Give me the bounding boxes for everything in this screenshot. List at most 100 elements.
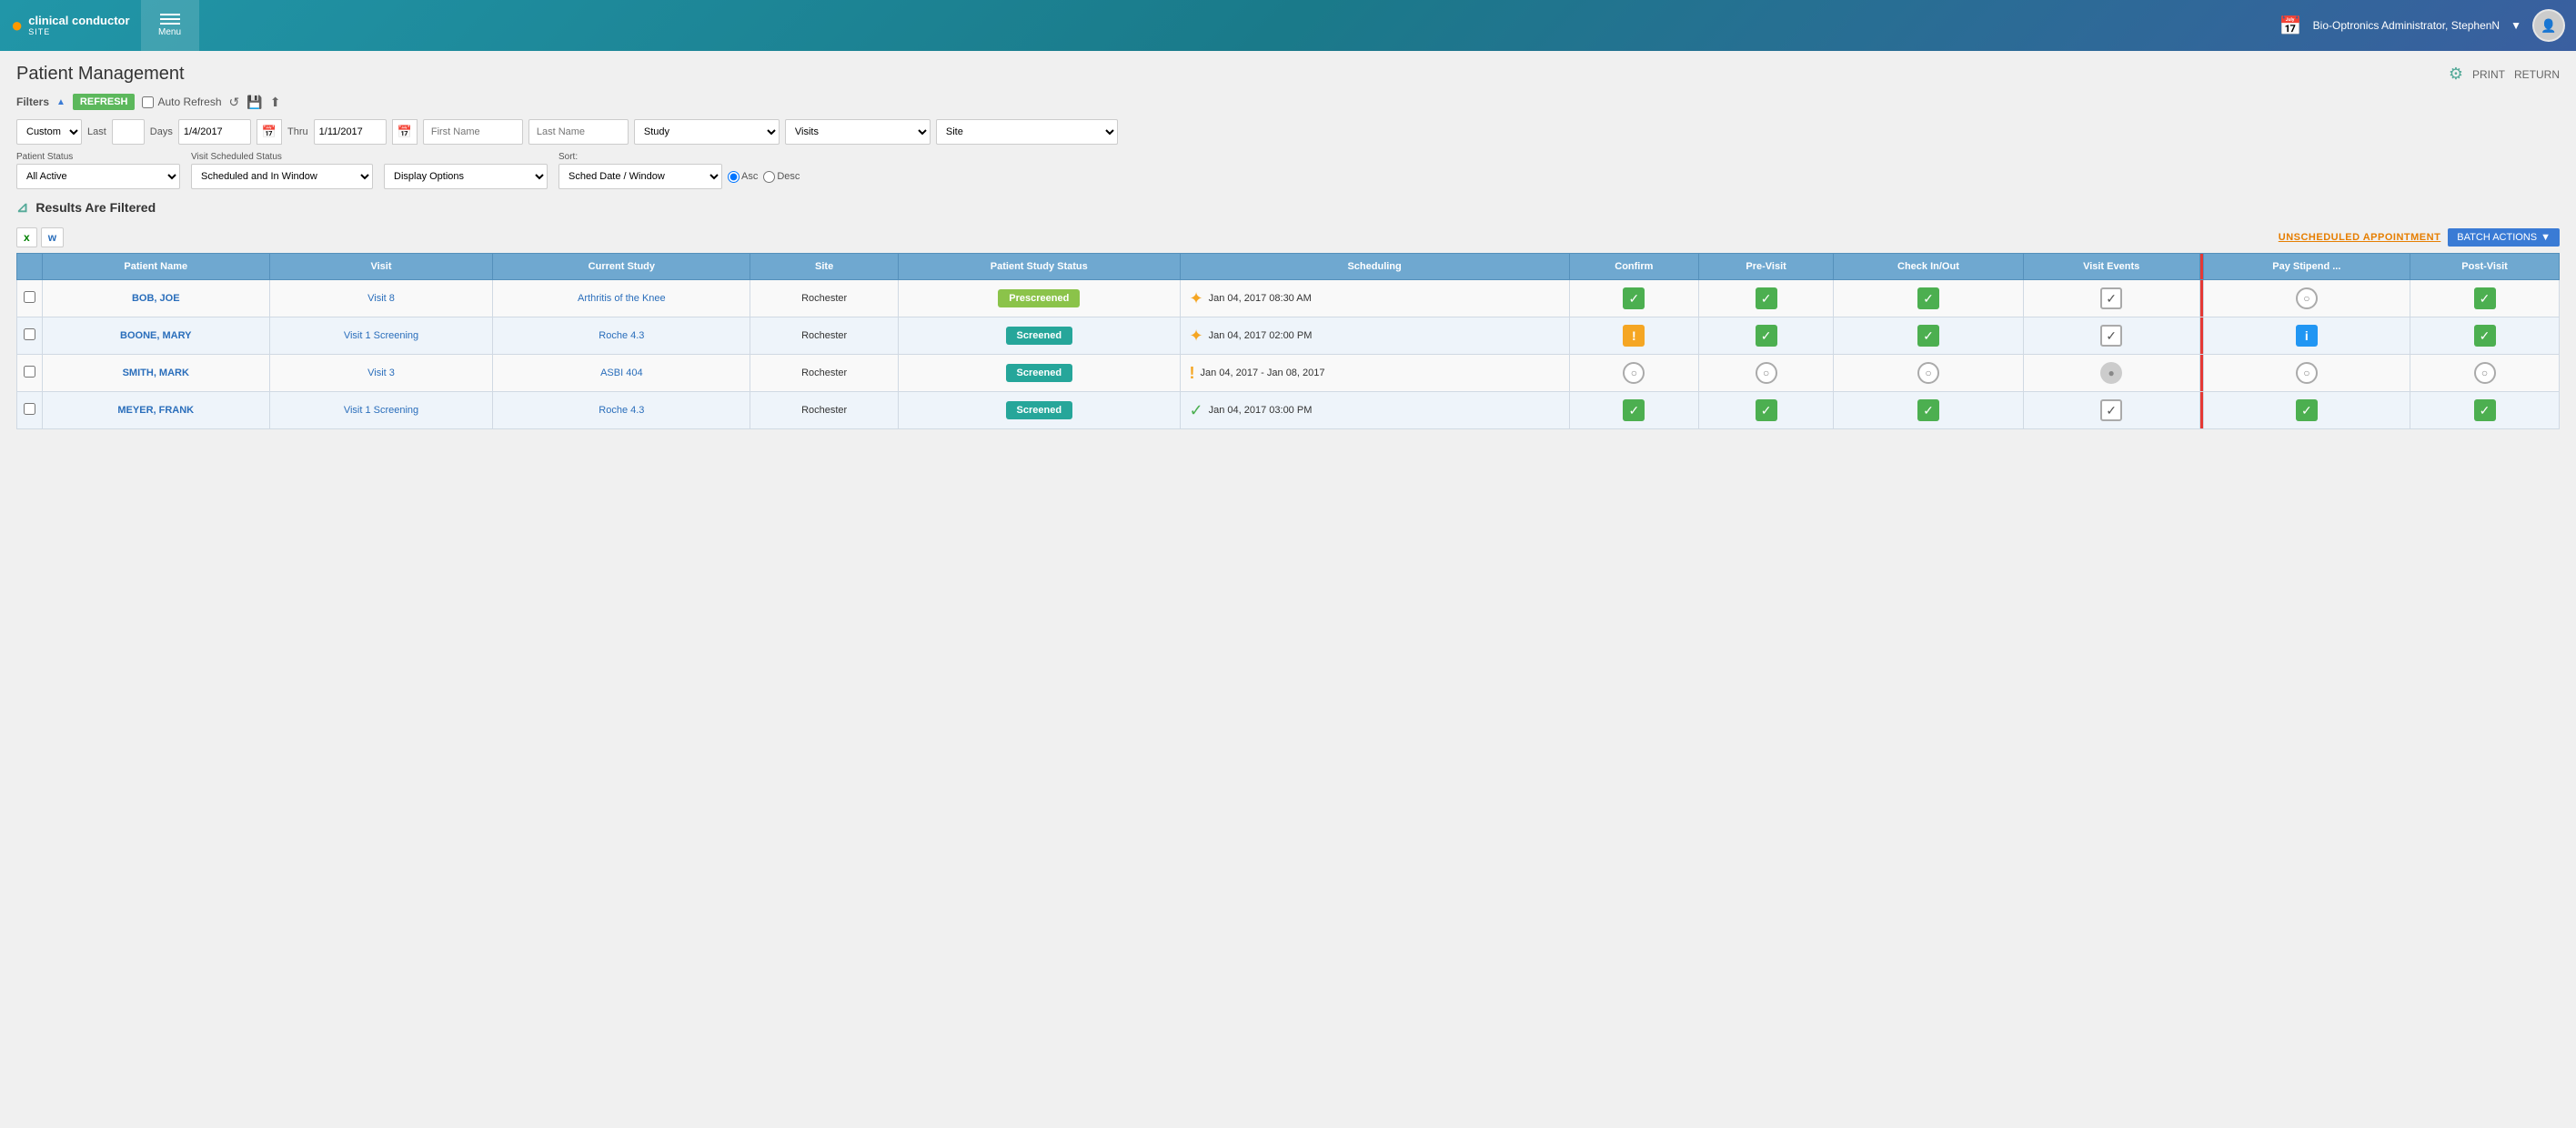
menu-button[interactable]: Menu <box>141 0 199 51</box>
date-from-input[interactable] <box>178 119 251 145</box>
pre-visit-cell[interactable]: ✓ <box>1699 280 1834 317</box>
check-inout-cell[interactable]: ○ <box>1834 355 2024 392</box>
check-green-icon: ✓ <box>1917 399 1939 421</box>
site-select[interactable]: Site <box>936 119 1118 145</box>
visit-events-cell[interactable]: ● <box>2023 355 2199 392</box>
filters-toggle[interactable]: ▲ <box>56 97 65 107</box>
check-green-icon: ✓ <box>1623 287 1645 309</box>
table-header-row: Patient Name Visit Current Study Site Pa… <box>17 254 2560 280</box>
pre-visit-cell[interactable]: ✓ <box>1699 317 1834 355</box>
print-button[interactable]: PRINT <box>2472 68 2505 81</box>
patient-name-cell[interactable]: BOB, JOE <box>43 280 270 317</box>
pre-visit-cell[interactable]: ✓ <box>1699 392 1834 429</box>
exclaim-yellow-icon: ! <box>1190 364 1195 383</box>
study-cell[interactable]: Roche 4.3 <box>493 392 750 429</box>
visit-scheduled-select[interactable]: Scheduled and In Window <box>191 164 373 189</box>
confirm-cell[interactable]: ✓ <box>1569 280 1698 317</box>
patient-name-cell[interactable]: MEYER, FRANK <box>43 392 270 429</box>
last-days-input[interactable] <box>112 119 145 145</box>
confirm-cell[interactable]: ○ <box>1569 355 1698 392</box>
pay-stipend-cell[interactable]: ✓ <box>2203 392 2410 429</box>
export-icon[interactable]: ⬆ <box>270 95 281 110</box>
visit-events-cell[interactable]: ✓ <box>2023 280 2199 317</box>
first-name-input[interactable] <box>423 119 523 145</box>
save-icon[interactable]: 💾 <box>247 95 262 110</box>
sort-desc-radio[interactable] <box>763 171 775 183</box>
avatar[interactable]: 👤 <box>2532 9 2565 42</box>
th-checkbox <box>17 254 43 280</box>
date-to-calendar-icon[interactable]: 📅 <box>392 119 418 145</box>
sort-desc-label[interactable]: Desc <box>763 171 800 183</box>
th-current-study: Current Study <box>493 254 750 280</box>
sort-asc-label[interactable]: Asc <box>728 171 758 183</box>
study-cell[interactable]: Roche 4.3 <box>493 317 750 355</box>
post-visit-cell[interactable]: ✓ <box>2410 392 2560 429</box>
settings-icon[interactable]: ⚙ <box>2449 65 2463 84</box>
post-visit-cell[interactable]: ✓ <box>2410 280 2560 317</box>
th-pay-stipend: Pay Stipend ... <box>2203 254 2410 280</box>
post-visit-cell[interactable]: ○ <box>2410 355 2560 392</box>
visit-cell[interactable]: Visit 8 <box>269 280 493 317</box>
circle-gray-icon: ○ <box>1917 362 1939 384</box>
pay-stipend-cell[interactable]: i <box>2203 317 2410 355</box>
visit-cell[interactable]: Visit 3 <box>269 355 493 392</box>
export-buttons: x w <box>16 227 64 247</box>
pay-stipend-cell[interactable]: ○ <box>2203 355 2410 392</box>
visit-cell[interactable]: Visit 1 Screening <box>269 392 493 429</box>
sort-asc-radio[interactable] <box>728 171 740 183</box>
check-inout-cell[interactable]: ✓ <box>1834 317 2024 355</box>
word-export-button[interactable]: w <box>41 227 64 247</box>
row-checkbox[interactable] <box>24 403 35 415</box>
confirm-cell[interactable]: ! <box>1569 317 1698 355</box>
post-visit-cell[interactable]: ✓ <box>2410 317 2560 355</box>
batch-actions-arrow: ▼ <box>2541 232 2551 243</box>
reset-icon[interactable]: ↺ <box>229 95 240 110</box>
exclaim-orange-icon: ! <box>1623 325 1645 347</box>
date-from-calendar-icon[interactable]: 📅 <box>257 119 282 145</box>
patient-status-select[interactable]: All Active <box>16 164 180 189</box>
unscheduled-appointment-link[interactable]: UNSCHEDULED APPOINTMENT <box>2279 232 2441 243</box>
batch-actions-label: BATCH ACTIONS <box>2457 232 2537 243</box>
batch-actions-button[interactable]: BATCH ACTIONS ▼ <box>2448 228 2560 247</box>
refresh-button[interactable]: REFRESH <box>73 94 136 110</box>
th-check-inout: Check In/Out <box>1834 254 2024 280</box>
display-options-label <box>384 152 548 162</box>
check-green-icon: ✓ <box>1623 399 1645 421</box>
excel-export-button[interactable]: x <box>16 227 37 247</box>
sort-group: Sort: Sched Date / Window Asc Desc <box>558 152 800 189</box>
check-inout-cell[interactable]: ✓ <box>1834 392 2024 429</box>
circle-gray-icon: ○ <box>1623 362 1645 384</box>
confirm-cell[interactable]: ✓ <box>1569 392 1698 429</box>
date-to-input[interactable] <box>314 119 387 145</box>
calendar-icon[interactable]: 📅 <box>2279 15 2302 37</box>
status-cell: Screened <box>899 317 1180 355</box>
th-patient-name: Patient Name <box>43 254 270 280</box>
check-green-icon: ✓ <box>1917 287 1939 309</box>
user-dropdown-arrow[interactable]: ▼ <box>2511 19 2521 32</box>
visits-select[interactable]: Visits <box>785 119 931 145</box>
display-options-select[interactable]: Display Options <box>384 164 548 189</box>
visit-events-cell[interactable]: ✓ <box>2023 317 2199 355</box>
date-range-select[interactable]: Custom <box>16 119 82 145</box>
visit-cell[interactable]: Visit 1 Screening <box>269 317 493 355</box>
pay-stipend-cell[interactable]: ○ <box>2203 280 2410 317</box>
last-name-input[interactable] <box>528 119 629 145</box>
row-checkbox[interactable] <box>24 366 35 378</box>
visit-events-cell[interactable]: ✓ <box>2023 392 2199 429</box>
th-visit: Visit <box>269 254 493 280</box>
study-cell[interactable]: ASBI 404 <box>493 355 750 392</box>
circle-gray-icon: ○ <box>2296 287 2318 309</box>
row-checkbox[interactable] <box>24 328 35 340</box>
auto-refresh-checkbox[interactable] <box>142 96 154 108</box>
row-checkbox[interactable] <box>24 291 35 303</box>
auto-refresh-label[interactable]: Auto Refresh <box>142 96 221 108</box>
patient-name-cell[interactable]: BOONE, MARY <box>43 317 270 355</box>
sort-select[interactable]: Sched Date / Window <box>558 164 722 189</box>
check-inout-cell[interactable]: ✓ <box>1834 280 2024 317</box>
scheduling-cell: ! Jan 04, 2017 - Jan 08, 2017 <box>1180 355 1569 392</box>
patient-name-cell[interactable]: SMITH, MARK <box>43 355 270 392</box>
study-cell[interactable]: Arthritis of the Knee <box>493 280 750 317</box>
study-select[interactable]: Study <box>634 119 780 145</box>
pre-visit-cell[interactable]: ○ <box>1699 355 1834 392</box>
return-button[interactable]: RETURN <box>2514 68 2560 81</box>
